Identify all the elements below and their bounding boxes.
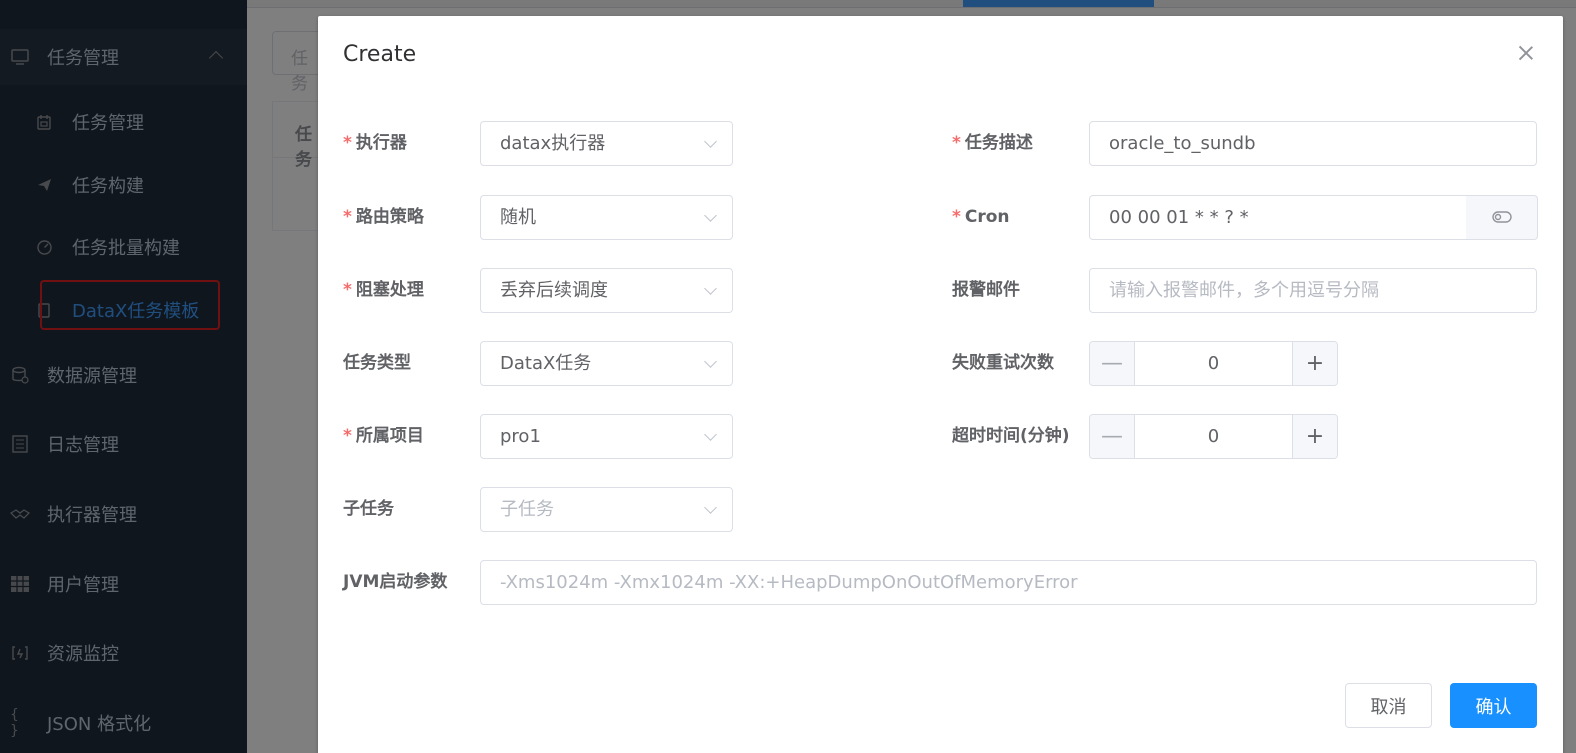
retry-label: 失败重试次数 [952, 353, 1054, 373]
chevron-down-icon [704, 355, 717, 368]
executor-value: datax执行器 [500, 133, 606, 154]
desc-input[interactable] [1109, 122, 1536, 165]
email-input[interactable] [1109, 269, 1536, 312]
timeout-decrease-button[interactable]: — [1090, 415, 1135, 458]
email-label: 报警邮件 [952, 280, 1020, 300]
block-value: 丢弃后续调度 [500, 280, 608, 301]
block-label: * 阻塞处理 [343, 280, 424, 300]
timeout-increase-button[interactable]: + [1292, 415, 1337, 458]
jvm-input[interactable] [500, 561, 1536, 604]
child-task-label: 子任务 [343, 499, 394, 519]
chevron-down-icon [704, 428, 717, 441]
project-select[interactable]: pro1 [480, 414, 733, 459]
toggle-icon [1491, 208, 1512, 227]
timeout-label: 超时时间(分钟) [952, 426, 1070, 446]
email-input-wrapper [1089, 268, 1537, 313]
dialog-title: Create [343, 42, 417, 67]
close-icon[interactable] [1517, 44, 1535, 62]
cron-label: * Cron [952, 207, 1010, 227]
child-task-select[interactable]: 子任务 [480, 487, 733, 532]
job-type-label: 任务类型 [343, 353, 411, 373]
executor-label: * 执行器 [343, 133, 407, 153]
executor-select[interactable]: datax执行器 [480, 121, 733, 166]
confirm-button[interactable]: 确认 [1450, 683, 1537, 728]
project-value: pro1 [500, 426, 541, 447]
chevron-down-icon [704, 209, 717, 222]
desc-input-wrapper [1089, 121, 1537, 166]
retry-value[interactable]: 0 [1135, 342, 1292, 385]
cron-input[interactable] [1109, 196, 1466, 239]
child-task-placeholder: 子任务 [500, 499, 554, 520]
chevron-down-icon [704, 135, 717, 148]
jvm-input-wrapper [480, 560, 1537, 605]
chevron-down-icon [704, 501, 717, 514]
retry-stepper: — 0 + [1089, 341, 1338, 386]
job-type-select[interactable]: DataX任务 [480, 341, 733, 386]
route-select[interactable]: 随机 [480, 195, 733, 240]
cancel-button[interactable]: 取消 [1345, 683, 1432, 728]
retry-decrease-button[interactable]: — [1090, 342, 1135, 385]
job-type-value: DataX任务 [500, 353, 592, 374]
cron-toggle-button[interactable] [1466, 195, 1538, 240]
desc-label: * 任务描述 [952, 133, 1033, 153]
cron-input-wrapper [1089, 195, 1467, 240]
block-select[interactable]: 丢弃后续调度 [480, 268, 733, 313]
jvm-label: JVM启动参数 [343, 572, 448, 592]
timeout-value[interactable]: 0 [1135, 415, 1292, 458]
route-value: 随机 [500, 207, 536, 228]
timeout-stepper: — 0 + [1089, 414, 1338, 459]
project-label: * 所属项目 [343, 426, 424, 446]
chevron-down-icon [704, 282, 717, 295]
route-label: * 路由策略 [343, 207, 424, 227]
retry-increase-button[interactable]: + [1292, 342, 1337, 385]
